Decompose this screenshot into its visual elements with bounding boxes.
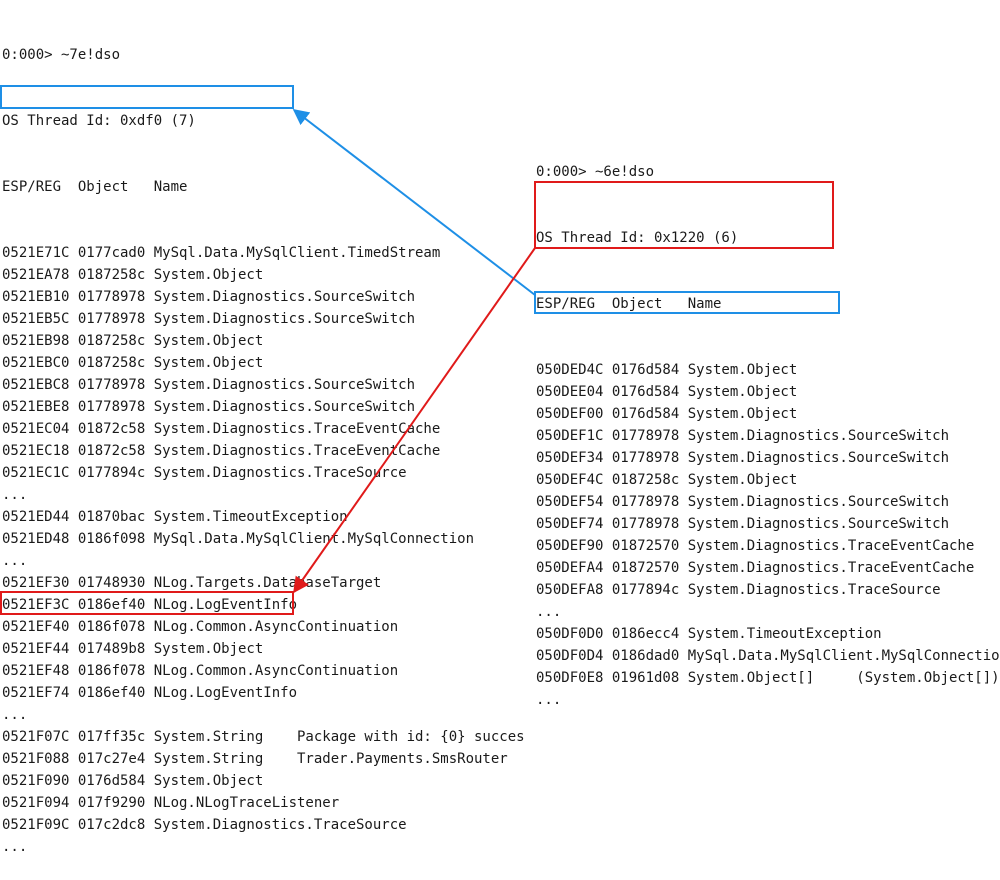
right-thread-line: OS Thread Id: 0x1220 (6) bbox=[536, 230, 739, 246]
left-stack-row: ... bbox=[2, 553, 28, 569]
left-stack-row: 0521EBC0 0187258c System.Object bbox=[2, 355, 264, 371]
left-stack-row: 0521EC18 01872c58 System.Diagnostics.Tra… bbox=[2, 443, 441, 459]
left-stack-row: 0521EBE8 01778978 System.Diagnostics.Sou… bbox=[2, 399, 416, 415]
right-stack-row: 050DF0D0 0186ecc4 System.TimeoutExceptio… bbox=[536, 626, 882, 642]
right-stack-row: 050DEFA8 0177894c System.Diagnostics.Tra… bbox=[536, 582, 941, 598]
left-stack-row: 0521F07C 017ff35c System.String Package … bbox=[2, 729, 525, 745]
left-command-line: 0:000> ~7e!dso bbox=[2, 47, 121, 63]
left-thread-line: OS Thread Id: 0xdf0 (7) bbox=[2, 113, 196, 129]
left-stack-row: 0521EF40 0186f078 NLog.Common.AsyncConti… bbox=[2, 619, 399, 635]
left-stack-row: 0521EF3C 0186ef40 NLog.LogEventInfo bbox=[2, 597, 298, 613]
left-stack-row: 0521EB98 0187258c System.Object bbox=[2, 333, 264, 349]
right-stack-row: 050DEE04 0176d584 System.Object bbox=[536, 384, 798, 400]
left-stack-row: 0521EC04 01872c58 System.Diagnostics.Tra… bbox=[2, 421, 441, 437]
right-stack-row: 050DEF34 01778978 System.Diagnostics.Sou… bbox=[536, 450, 950, 466]
right-stack-row: ... bbox=[536, 692, 562, 708]
right-debugger-output: 0:000> ~6e!dso OS Thread Id: 0x1220 (6) … bbox=[536, 117, 1000, 733]
left-rows: 0521E71C 0177cad0 MySql.Data.MySqlClient… bbox=[2, 242, 558, 858]
left-stack-row: 0521F094 017f9290 NLog.NLogTraceListener bbox=[2, 795, 340, 811]
right-stack-row: 050DEF00 0176d584 System.Object bbox=[536, 406, 798, 422]
left-stack-row: 0521ED48 0186f098 MySql.Data.MySqlClient… bbox=[2, 531, 475, 547]
left-stack-row: 0521EC1C 0177894c System.Diagnostics.Tra… bbox=[2, 465, 407, 481]
right-stack-row: 050DEF1C 01778978 System.Diagnostics.Sou… bbox=[536, 428, 950, 444]
right-stack-row: ... bbox=[536, 604, 562, 620]
right-command-line: 0:000> ~6e!dso bbox=[536, 164, 655, 180]
left-stack-row: 0521EF44 017489b8 System.Object bbox=[2, 641, 264, 657]
left-stack-row: 0521E71C 0177cad0 MySql.Data.MySqlClient… bbox=[2, 245, 441, 261]
right-stack-row: 050DEFA4 01872570 System.Diagnostics.Tra… bbox=[536, 560, 975, 576]
left-stack-row: 0521EF74 0186ef40 NLog.LogEventInfo bbox=[2, 685, 298, 701]
left-stack-row: 0521ED44 01870bac System.TimeoutExceptio… bbox=[2, 509, 348, 525]
left-stack-row: ... bbox=[2, 839, 28, 855]
left-stack-row: ... bbox=[2, 487, 28, 503]
left-stack-row: 0521EBC8 01778978 System.Diagnostics.Sou… bbox=[2, 377, 416, 393]
left-debugger-output: 0:000> ~7e!dso OS Thread Id: 0xdf0 (7) E… bbox=[2, 0, 558, 880]
right-rows: 050DED4C 0176d584 System.Object 050DEE04 … bbox=[536, 359, 1000, 711]
right-stack-row: 050DEF54 01778978 System.Diagnostics.Sou… bbox=[536, 494, 950, 510]
left-stack-row: ... bbox=[2, 707, 28, 723]
left-stack-row: 0521EB5C 01778978 System.Diagnostics.Sou… bbox=[2, 311, 416, 327]
left-stack-row: 0521EB10 01778978 System.Diagnostics.Sou… bbox=[2, 289, 416, 305]
right-header-line: ESP/REG Object Name bbox=[536, 296, 722, 312]
left-stack-row: 0521EA78 0187258c System.Object bbox=[2, 267, 264, 283]
left-stack-row: 0521F088 017c27e4 System.String Trader.P… bbox=[2, 751, 508, 767]
right-stack-row: 050DEF4C 0187258c System.Object bbox=[536, 472, 798, 488]
left-stack-row: 0521F09C 017c2dc8 System.Diagnostics.Tra… bbox=[2, 817, 407, 833]
right-stack-row: 050DF0E8 01961d08 System.Object[] (Syste… bbox=[536, 670, 1000, 686]
left-stack-row: 0521F090 0176d584 System.Object bbox=[2, 773, 264, 789]
left-header-line: ESP/REG Object Name bbox=[2, 179, 188, 195]
right-stack-row: 050DED4C 0176d584 System.Object bbox=[536, 362, 798, 378]
right-stack-row: 050DF0D4 0186dad0 MySql.Data.MySqlClient… bbox=[536, 648, 1000, 664]
right-stack-row: 050DEF90 01872570 System.Diagnostics.Tra… bbox=[536, 538, 975, 554]
left-stack-row: 0521EF30 01748930 NLog.Targets.DatabaseT… bbox=[2, 575, 382, 591]
right-stack-row: 050DEF74 01778978 System.Diagnostics.Sou… bbox=[536, 516, 950, 532]
left-stack-row: 0521EF48 0186f078 NLog.Common.AsyncConti… bbox=[2, 663, 399, 679]
